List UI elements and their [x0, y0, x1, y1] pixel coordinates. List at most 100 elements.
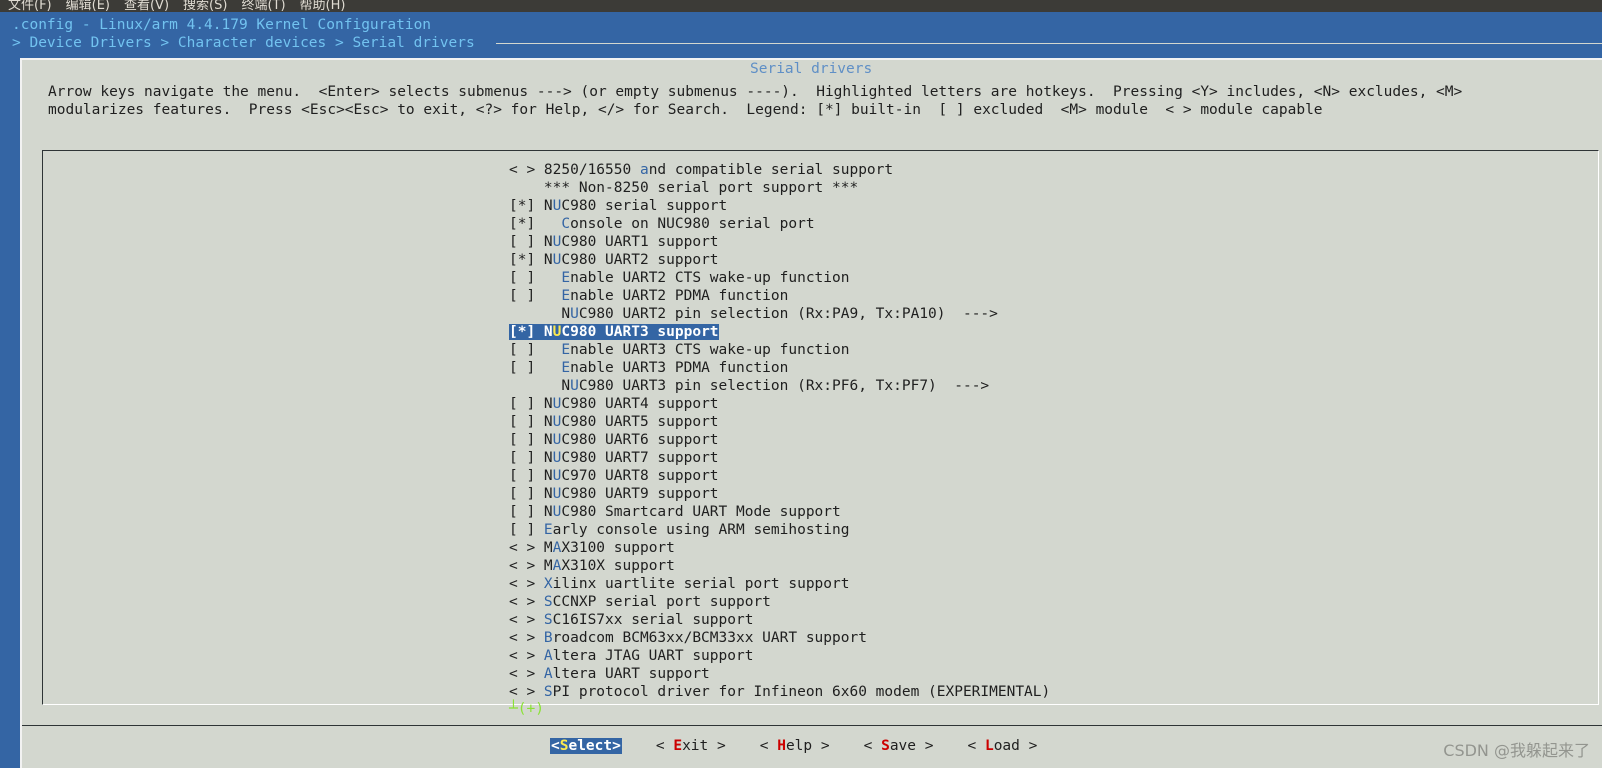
menu-item[interactable]: [ ] NUC980 UART4 support	[509, 395, 1050, 413]
menu-item-text: [ ] NUC980 Smartcard UART Mode support	[509, 504, 841, 520]
menu-item[interactable]: [ ] NUC970 UART8 support	[509, 467, 1050, 485]
menu-item[interactable]: [*] Console on NUC980 serial port	[509, 215, 1050, 233]
menu-item-label-post: C980 UART3 support	[561, 324, 719, 340]
menu-item-text: [ ] Early console using ARM semihosting	[509, 522, 849, 538]
menu-item-hotkey: B	[543, 630, 553, 646]
menu-item[interactable]: < > Xilinx uartlite serial port support	[509, 575, 1050, 593]
menu-item[interactable]: < > SPI protocol driver for Infineon 6x6…	[509, 683, 1050, 701]
menu-item-hotkey: S	[543, 594, 553, 610]
window-menu-item[interactable]: 终端(T)	[241, 0, 285, 12]
menu-item-state: [ ]	[509, 342, 562, 358]
menu-item-hotkey: U	[570, 378, 579, 394]
button-bracket-close: >	[812, 738, 830, 754]
menu-item-hotkey: A	[543, 666, 553, 682]
window-menu-item[interactable]: 搜索(S)	[183, 0, 227, 12]
window-menu-item[interactable]: 文件(F)	[8, 0, 52, 12]
button-exit[interactable]: < Exit >	[656, 737, 726, 755]
menu-item[interactable]: *** Non-8250 serial port support ***	[509, 179, 1050, 197]
button-hotkey: L	[984, 738, 994, 754]
button-help[interactable]: < Help >	[760, 737, 830, 755]
button-save[interactable]: < Save >	[864, 737, 934, 755]
menu-item-state: [ ]	[509, 504, 544, 520]
menu-item-label-post: C980 UART7 support	[561, 450, 719, 466]
menu-item-state	[509, 180, 544, 196]
menu-item-label-post: ilinx uartlite serial port support	[552, 576, 850, 592]
button-load[interactable]: < Load >	[967, 737, 1037, 755]
menu-item-state	[509, 306, 561, 322]
menu-item-label-pre: N	[543, 414, 553, 430]
menu-item-label-pre: N	[543, 504, 553, 520]
menu-item[interactable]: < > SCCNXP serial port support	[509, 593, 1050, 611]
menu-item[interactable]: NUC980 UART2 pin selection (Rx:PA9, Tx:P…	[509, 305, 1050, 323]
menu-item-label-pre: N	[561, 378, 571, 394]
menu-item[interactable]: < > Broadcom BCM63xx/BCM33xx UART suppor…	[509, 629, 1050, 647]
menu-item-state: [ ]	[509, 360, 562, 376]
menu-item[interactable]: < > MAX3100 support	[509, 539, 1050, 557]
menu-item[interactable]: [ ] NUC980 UART5 support	[509, 413, 1050, 431]
button-select[interactable]: <Select>	[550, 737, 622, 755]
menu-item-state: < >	[509, 558, 544, 574]
menu-item[interactable]: < > SC16IS7xx serial support	[509, 611, 1050, 629]
menu-item-text: [ ] NUC970 UART8 support	[509, 468, 719, 484]
menu-item[interactable]: [*] NUC980 UART3 support	[509, 323, 1050, 341]
menu-item-state: [ ]	[509, 486, 544, 502]
button-bracket-open: <	[551, 738, 560, 754]
menu-item-label-pre: M	[543, 540, 553, 556]
menu-item-text: [*] NUC980 serial support	[509, 198, 727, 214]
menu-item[interactable]: [*] NUC980 serial support	[509, 197, 1050, 215]
menu-item-state: [ ]	[509, 522, 544, 538]
menu-item-label-post: C980 UART6 support	[561, 432, 719, 448]
window-menu-item[interactable]: 帮助(H)	[300, 0, 346, 12]
menu-item-state: [ ]	[509, 396, 544, 412]
menu-item[interactable]: [ ] Enable UART3 CTS wake-up function	[509, 341, 1050, 359]
menu-item[interactable]: [ ] Enable UART2 CTS wake-up function	[509, 269, 1050, 287]
button-label: < Help >	[760, 738, 830, 754]
menu-item-text: [ ] Enable UART2 CTS wake-up function	[509, 270, 849, 286]
menu-item-state: < >	[509, 666, 544, 682]
menu-item[interactable]: < > Altera UART support	[509, 665, 1050, 683]
menu-item[interactable]: [ ] Early console using ARM semihosting	[509, 521, 1050, 539]
menu-item-text: < > SPI protocol driver for Infineon 6x6…	[509, 684, 1050, 700]
menu-item[interactable]: [ ] Enable UART3 PDMA function	[509, 359, 1050, 377]
menu-item-label-pre: N	[543, 198, 553, 214]
menu-item-hotkey: A	[543, 648, 553, 664]
menu-item[interactable]: < > 8250/16550 and compatible serial sup…	[509, 161, 1050, 179]
button-bracket-open: <	[759, 738, 778, 754]
menu-item[interactable]: NUC980 UART3 pin selection (Rx:PF6, Tx:P…	[509, 377, 1050, 395]
menu-item-text: [ ] NUC980 UART5 support	[509, 414, 719, 430]
menu-item[interactable]: [ ] Enable UART2 PDMA function	[509, 287, 1050, 305]
menu-item-state: [ ]	[509, 468, 544, 484]
menu-item-label-pre: N	[543, 324, 553, 340]
menu-item[interactable]: [ ] NUC980 UART7 support	[509, 449, 1050, 467]
menu-item[interactable]: < > Altera JTAG UART support	[509, 647, 1050, 665]
menu-item-label-post: C980 UART5 support	[561, 414, 719, 430]
menu-item-label-post: C980 UART4 support	[561, 396, 719, 412]
menu-box: < > 8250/16550 and compatible serial sup…	[42, 150, 1599, 717]
menu-item[interactable]: [ ] NUC980 UART9 support	[509, 485, 1050, 503]
menu-item-text: [ ] Enable UART3 CTS wake-up function	[509, 342, 849, 358]
menu-item[interactable]: < > MAX310X support	[509, 557, 1050, 575]
menu-item-label-post: C970 UART8 support	[561, 468, 719, 484]
menu-item-hotkey: E	[561, 360, 571, 376]
window-menu-item[interactable]: 查看(V)	[124, 0, 169, 12]
breadcrumb-rule	[496, 43, 1602, 44]
menu-item-text: [*] NUC980 UART3 support	[509, 324, 719, 340]
window-menubar: 文件(F) 编辑(E) 查看(V) 搜索(S) 终端(T) 帮助(H)	[0, 0, 1602, 12]
button-label-rest: elp	[785, 738, 813, 754]
menu-item-hotkey: C	[561, 216, 571, 232]
menu-item-label-post: roadcom BCM63xx/BCM33xx UART support	[552, 630, 867, 646]
menu-item[interactable]: [*] NUC980 UART2 support	[509, 251, 1050, 269]
menu-item[interactable]: [ ] NUC980 UART1 support	[509, 233, 1050, 251]
menuconfig-dialog: Serial drivers Arrow keys navigate the m…	[20, 58, 1602, 768]
menu-item-state	[509, 378, 561, 394]
menu-item-text: [ ] NUC980 UART4 support	[509, 396, 719, 412]
window-menu-item[interactable]: 编辑(E)	[66, 0, 110, 12]
menu-item[interactable]: [ ] NUC980 UART6 support	[509, 431, 1050, 449]
menu-item-hotkey: E	[561, 288, 571, 304]
button-hotkey: E	[673, 738, 683, 754]
menu-item-state: [*]	[509, 198, 544, 214]
menu-item-state: < >	[509, 630, 544, 646]
menu-item[interactable]: [ ] NUC980 Smartcard UART Mode support	[509, 503, 1050, 521]
menu-item-hotkey: U	[570, 306, 579, 322]
button-bracket-close: >	[612, 738, 621, 754]
